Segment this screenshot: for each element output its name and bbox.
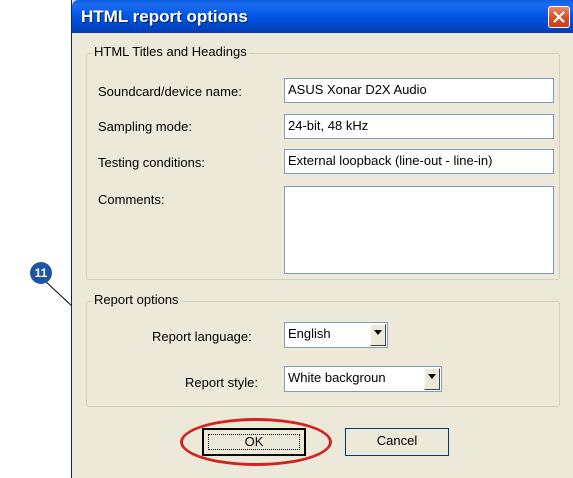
soundcard-label: Soundcard/device name: — [98, 84, 242, 99]
report-style-select[interactable]: White backgroun — [284, 366, 442, 392]
report-language-select[interactable]: English — [284, 322, 388, 348]
sampling-mode-input[interactable]: 24-bit, 48 kHz — [284, 114, 554, 139]
window-title: HTML report options — [81, 7, 248, 26]
report-style-value: White backgroun — [288, 370, 386, 385]
title-bar[interactable]: HTML report options — [72, 0, 573, 33]
report-style-label: Report style: — [185, 375, 258, 390]
testing-conditions-label: Testing conditions: — [98, 155, 205, 170]
report-style-dropdown-button[interactable] — [424, 368, 440, 390]
comments-label: Comments: — [98, 192, 165, 207]
comments-textarea[interactable] — [284, 186, 554, 274]
sampling-mode-label: Sampling mode: — [98, 119, 192, 134]
cancel-button[interactable]: Cancel — [345, 428, 449, 456]
cancel-button-label: Cancel — [376, 433, 418, 448]
html-report-options-dialog: HTML report options HTML Titles and Head… — [71, 0, 573, 478]
report-language-dropdown-button[interactable] — [370, 324, 386, 346]
close-button[interactable] — [548, 6, 570, 28]
report-options-legend: Report options — [92, 292, 181, 307]
report-language-label: Report language: — [152, 329, 252, 344]
callout-highlight-ellipse — [180, 418, 332, 466]
titles-headings-legend: HTML Titles and Headings — [92, 44, 249, 59]
testing-conditions-input[interactable]: External loopback (line-out - line-in) — [284, 149, 554, 174]
callout-number-badge: 11 — [30, 262, 52, 284]
report-language-value: English — [288, 326, 331, 341]
soundcard-input[interactable]: ASUS Xonar D2X Audio — [284, 78, 554, 103]
